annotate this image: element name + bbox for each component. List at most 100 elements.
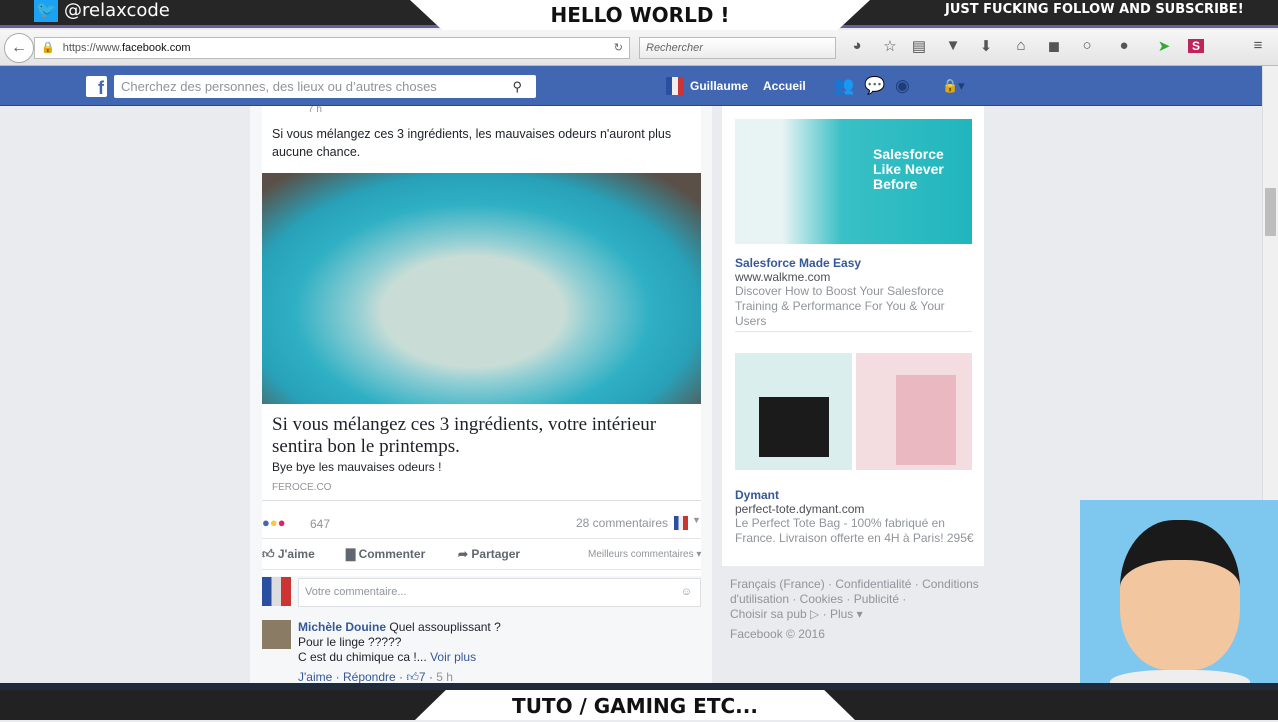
footer-link-adchoices[interactable]: Choisir sa pub	[730, 607, 807, 621]
post-time[interactable]: 7 h	[308, 106, 322, 114]
footer-link-advertising[interactable]: Publicité	[854, 592, 899, 606]
like-button[interactable]: 👍︎ J'aime	[262, 547, 315, 562]
scrollbar-thumb[interactable]	[1265, 188, 1276, 236]
copyright: Facebook © 2016	[730, 627, 825, 641]
comment-like-link[interactable]: J'aime	[298, 670, 332, 684]
ad-image-pink-tote[interactable]	[856, 353, 972, 470]
twitter-icon: 🐦	[34, 0, 58, 22]
link-title[interactable]: Si vous mélangez ces 3 ingrédients, votr…	[272, 414, 692, 458]
facebook-logo[interactable]: f	[86, 76, 107, 98]
ad-image-text: Salesforce Like Never Before	[873, 146, 944, 192]
comment-icon: ▇	[346, 547, 359, 561]
pocket-icon[interactable]: ▼	[943, 37, 963, 54]
black-bag-shape	[759, 397, 829, 457]
reaction-icons[interactable]: ●●●	[262, 515, 286, 530]
ad-url[interactable]: www.walkme.com	[735, 270, 975, 284]
post-link-image[interactable]	[262, 173, 701, 404]
messages-icon[interactable]: 💬	[864, 76, 885, 96]
footer-link-cookies[interactable]: Cookies	[800, 592, 843, 606]
comment-time[interactable]: 5 h	[436, 670, 453, 684]
emoji-icon[interactable]: ☺	[681, 579, 692, 606]
share-button[interactable]: ➦ Partager	[458, 547, 520, 561]
comment-label: Commenter	[358, 547, 426, 561]
profile-link[interactable]: Guillaume	[690, 79, 748, 93]
ad-dymant[interactable]: Dymant perfect-tote.dymant.com Le Perfec…	[735, 488, 975, 546]
facebook-search-input[interactable]: Cherchez des personnes, des lieux ou d’a…	[114, 75, 536, 98]
divider	[262, 500, 701, 501]
footer-link-privacy[interactable]: Confidentialité	[835, 577, 911, 591]
divider	[262, 538, 701, 539]
facebook-header: f Cherchez des personnes, des lieux ou d…	[0, 66, 1262, 106]
comment-line: Pour le linge ?????	[298, 635, 402, 649]
commenter-avatar	[262, 577, 291, 606]
search-placeholder: Cherchez des personnes, des lieux ou d’a…	[121, 79, 437, 94]
extension-icon[interactable]: ◕	[847, 37, 867, 54]
ad-description: Discover How to Boost Your Salesforce Tr…	[735, 284, 945, 328]
footer-link-language[interactable]: Français (France)	[730, 577, 825, 591]
url-prefix: https://www.	[62, 42, 122, 54]
reading-list-icon[interactable]: ▤	[909, 37, 929, 55]
home-icon[interactable]: ⌂	[1011, 37, 1031, 54]
menu-icon[interactable]: ≡	[1248, 37, 1268, 54]
download-icon[interactable]: ⬇	[976, 37, 996, 55]
chevron-down-icon[interactable]: ▼	[692, 515, 701, 525]
divider	[262, 569, 701, 570]
s-extension-icon[interactable]: S	[1188, 39, 1204, 53]
privacy-shortcuts-icon[interactable]: 🔒▾	[942, 78, 965, 94]
streamer-avatar-overlay	[1080, 500, 1278, 700]
share-icon: ➦	[458, 547, 472, 561]
bookmark-star-icon[interactable]: ☆	[880, 37, 900, 55]
chat-icon[interactable]: ○	[1077, 37, 1097, 54]
ad-description: Le Perfect Tote Bag - 100% fabriqué en F…	[735, 516, 974, 545]
post-as-selector[interactable]	[674, 516, 688, 530]
comment-button[interactable]: ▇ Commenter	[346, 547, 425, 561]
ad-image-black-tote[interactable]	[735, 353, 852, 470]
lock-icon: 🔒	[41, 42, 55, 54]
comments-count[interactable]: 28 commentaires	[576, 516, 668, 530]
reaction-count[interactable]: 647	[310, 517, 330, 531]
share-label: Partager	[471, 547, 521, 561]
comment-author[interactable]: Michèle Douine	[298, 620, 386, 634]
footer-links: Français (France) · Confidentialité · Co…	[730, 577, 979, 641]
twitter-handle: @relaxcode	[64, 0, 170, 21]
post-text: Si vous mélangez ces 3 ingrédients, les …	[272, 127, 672, 159]
address-bar[interactable]: 🔒 https://www.facebook.com ↻	[34, 37, 630, 59]
home-link[interactable]: Accueil	[763, 79, 806, 93]
ghostery-icon[interactable]: ◼	[1044, 37, 1064, 55]
notifications-globe-icon[interactable]: ◉	[895, 76, 910, 96]
see-more-link[interactable]: Voir plus	[430, 650, 476, 664]
adblock-icon[interactable]: ●	[1114, 37, 1134, 54]
reload-icon[interactable]: ↻	[614, 38, 623, 58]
ad-title[interactable]: Salesforce Made Easy	[735, 256, 975, 270]
thumbs-up-icon: 👍︎	[262, 547, 278, 561]
ad-title[interactable]: Dymant	[735, 488, 975, 502]
sort-label: Meilleurs commentaires	[588, 549, 694, 560]
pink-bag-shape	[896, 375, 956, 465]
search-icon[interactable]: ⚲	[512, 75, 522, 98]
stream-title: HELLO WORLD !	[410, 0, 870, 30]
comment-placeholder: Votre commentaire...	[305, 586, 407, 598]
thumbs-up-icon: 👍︎	[406, 670, 419, 684]
cartoon-face	[1120, 520, 1240, 670]
divider	[735, 331, 972, 332]
cursor-icon[interactable]: ➤	[1154, 37, 1174, 55]
ad-salesforce[interactable]: Salesforce Made Easy www.walkme.com Disc…	[735, 256, 975, 329]
subscribe-text: JUST FUCKING FOLLOW AND SUBSCRIBE!	[945, 2, 1244, 17]
comment: Michèle Douine Quel assouplissant ? Pour…	[298, 620, 501, 684]
stream-subtitle: TUTO / GAMING ETC...	[415, 690, 855, 720]
comment-like-count[interactable]: 7	[419, 670, 426, 684]
comment-reply-link[interactable]: Répondre	[343, 670, 396, 684]
like-label: J'aime	[277, 547, 315, 561]
ad-url[interactable]: perfect-tote.dymant.com	[735, 502, 975, 516]
comment-author-avatar[interactable]	[262, 620, 291, 649]
back-button[interactable]: ←	[4, 33, 34, 63]
url-domain: facebook.com	[122, 42, 191, 54]
footer-link-more[interactable]: Plus	[830, 607, 853, 621]
ad-image-salesforce[interactable]: Salesforce Like Never Before	[735, 119, 972, 244]
user-avatar[interactable]	[666, 77, 684, 95]
comment-input[interactable]: Votre commentaire... ☺	[298, 578, 701, 607]
comment-line: Quel assouplissant ?	[389, 620, 501, 634]
comment-sort-dropdown[interactable]: Meilleurs commentaires ▾	[588, 549, 701, 560]
friend-requests-icon[interactable]: 👥	[833, 76, 854, 96]
browser-search-input[interactable]: Rechercher	[639, 37, 836, 59]
